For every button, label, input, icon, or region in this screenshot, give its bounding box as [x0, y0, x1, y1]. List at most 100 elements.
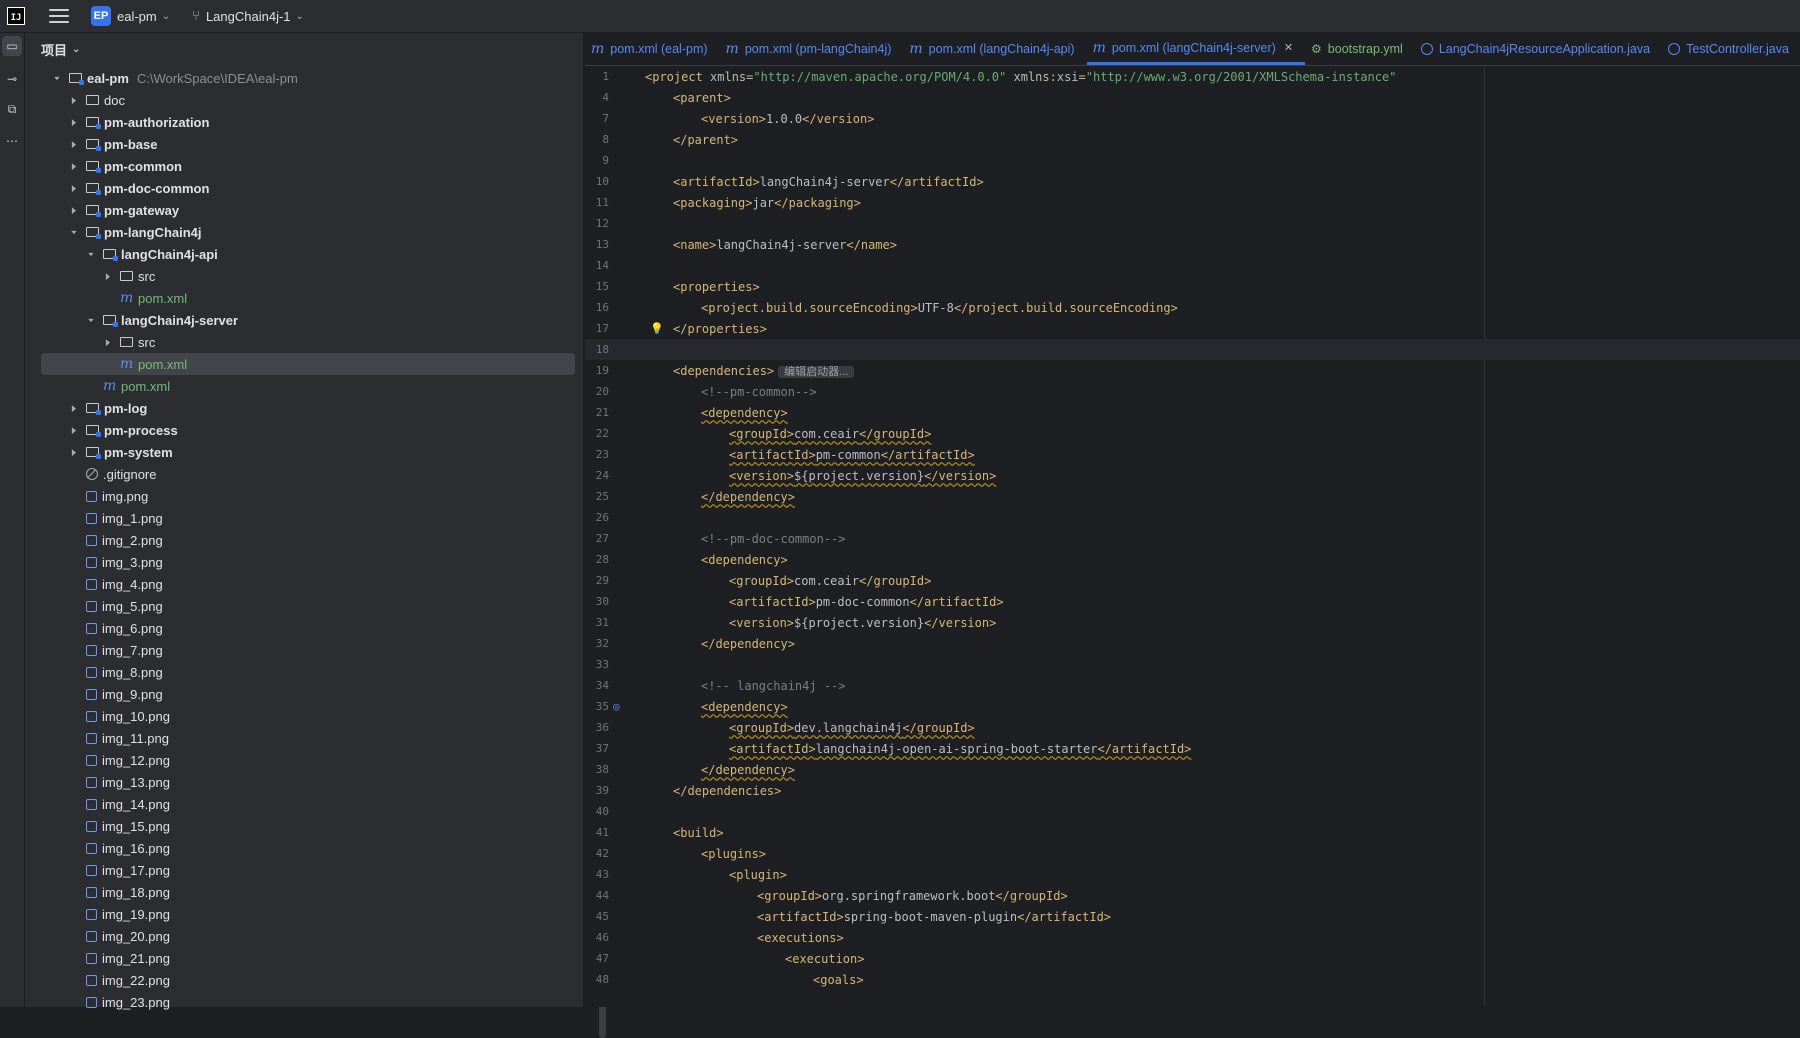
tree-item[interactable]: img_4.png	[25, 573, 583, 595]
chevron-down-icon[interactable]: ▼	[85, 317, 97, 323]
git-branch-icon[interactable]: ⑂	[192, 9, 200, 24]
tree-item[interactable]: ▼ langChain4j-api	[25, 243, 583, 265]
code-line[interactable]: 14	[585, 255, 1800, 276]
chevron-right-icon[interactable]: ▶	[70, 139, 77, 150]
code-line[interactable]: 29 <groupId>com.ceair</groupId>	[585, 570, 1800, 591]
main-menu-icon[interactable]	[49, 9, 69, 23]
tree-item[interactable]: img_22.png	[25, 969, 583, 991]
code-line[interactable]: 37 <artifactId>langchain4j-open-ai-spring…	[585, 738, 1800, 759]
code-line[interactable]: 7 <version>1.0.0</version>	[585, 108, 1800, 129]
tree-item[interactable]: img_17.png	[25, 859, 583, 881]
code-line[interactable]: 11 <packaging>jar</packaging>	[585, 192, 1800, 213]
chevron-down-icon[interactable]: ⌄	[162, 11, 170, 22]
editor-tab[interactable]: TestController.java	[1662, 33, 1800, 65]
code-line[interactable]: 27 <!--pm-doc-common-->	[585, 528, 1800, 549]
tree-item[interactable]: .gitignore	[25, 463, 583, 485]
chevron-right-icon[interactable]: ▶	[70, 95, 77, 106]
tree-item[interactable]: ▶ pm-gateway	[25, 199, 583, 221]
tree-item[interactable]: ▶ pm-common	[25, 155, 583, 177]
code-line[interactable]: 26	[585, 507, 1800, 528]
code-line[interactable]: 45 <artifactId>spring-boot-maven-plugin</…	[585, 906, 1800, 927]
project-badge[interactable]: EP	[91, 6, 111, 26]
tree-item[interactable]: img_19.png	[25, 903, 583, 925]
editor-tab[interactable]: m pom.xml (langChain4j-server) ✕	[1086, 33, 1306, 65]
tree-item[interactable]: img_11.png	[25, 727, 583, 749]
structure-icon[interactable]: ⧉	[2, 99, 22, 119]
panel-header[interactable]: 项目 ⌄	[25, 33, 583, 65]
code-line[interactable]: 17 💡 </properties>	[585, 318, 1800, 339]
code-line[interactable]: 47 <execution>	[585, 948, 1800, 969]
tree-item[interactable]: ▶ src	[25, 265, 583, 287]
code-line[interactable]: 31 <version>${project.version}</version>	[585, 612, 1800, 633]
code-line[interactable]: 38 </dependency>	[585, 759, 1800, 780]
tree-item[interactable]: ▶ pm-process	[25, 419, 583, 441]
tree-item[interactable]: ▼ langChain4j-server	[25, 309, 583, 331]
code-line[interactable]: 19 <dependencies> 编辑启动器...	[585, 360, 1800, 381]
tree-item[interactable]: img_23.png	[25, 991, 583, 1013]
code-line[interactable]: 48 <goals>	[585, 969, 1800, 990]
code-line[interactable]: 28 <dependency>	[585, 549, 1800, 570]
close-icon[interactable]: ✕	[1284, 41, 1293, 54]
code-line[interactable]: 42 <plugins>	[585, 843, 1800, 864]
code-line[interactable]: 15 <properties>	[585, 276, 1800, 297]
chevron-down-icon[interactable]: ⌄	[296, 11, 304, 22]
code-line[interactable]: 35 ◎ <dependency>	[585, 696, 1800, 717]
chevron-right-icon[interactable]: ▶	[70, 425, 77, 436]
code-line[interactable]: 20 <!--pm-common-->	[585, 381, 1800, 402]
code-line[interactable]: 41 <build>	[585, 822, 1800, 843]
tree-item[interactable]: img_18.png	[25, 881, 583, 903]
editor-tab[interactable]: LangChain4jResourceApplication.java	[1415, 33, 1662, 65]
tree-item[interactable]: img_6.png	[25, 617, 583, 639]
more-tools-icon[interactable]: ⋯	[2, 131, 22, 151]
chevron-right-icon[interactable]: ▶	[70, 161, 77, 172]
project-switcher[interactable]: eal-pm	[117, 9, 157, 24]
tree-item[interactable]: img_13.png	[25, 771, 583, 793]
inlay-hint[interactable]: 编辑启动器...	[778, 365, 855, 378]
code-line[interactable]: 13 <name>langChain4j-server</name>	[585, 234, 1800, 255]
chevron-down-icon[interactable]: ▼	[51, 75, 63, 81]
lightbulb-icon[interactable]: 💡	[650, 322, 664, 335]
tree-item[interactable]: img_14.png	[25, 793, 583, 815]
editor-tab[interactable]: m pom.xml (eal-pm)	[585, 33, 720, 65]
tree-item[interactable]: img_15.png	[25, 815, 583, 837]
tree-item[interactable]: img_9.png	[25, 683, 583, 705]
code-line[interactable]: 23 <artifactId>pm-common</artifactId>	[585, 444, 1800, 465]
project-folder-icon[interactable]: ▭	[2, 36, 22, 56]
code-line[interactable]: 9	[585, 150, 1800, 171]
branch-switcher[interactable]: LangChain4j-1	[206, 9, 291, 24]
tree-item[interactable]: ▶ pm-log	[25, 397, 583, 419]
tree-item[interactable]: ▶ pm-doc-common	[25, 177, 583, 199]
code-line[interactable]: 30 <artifactId>pm-doc-common</artifactId>	[585, 591, 1800, 612]
commit-icon[interactable]: ⊸	[2, 69, 22, 89]
tree-item[interactable]: img_10.png	[25, 705, 583, 727]
tree-item[interactable]: img_12.png	[25, 749, 583, 771]
code-line[interactable]: 40	[585, 801, 1800, 822]
chevron-right-icon[interactable]: ▶	[70, 447, 77, 458]
code-line[interactable]: 10 <artifactId>langChain4j-server</artifa…	[585, 171, 1800, 192]
code-line[interactable]: 43 <plugin>	[585, 864, 1800, 885]
code-line[interactable]: 33	[585, 654, 1800, 675]
tree-item[interactable]: m pom.xml	[41, 353, 575, 375]
tree-item[interactable]: ▶ pm-base	[25, 133, 583, 155]
tree-item[interactable]: ▶ pm-authorization	[25, 111, 583, 133]
code-line[interactable]: 4 <parent>	[585, 87, 1800, 108]
chevron-right-icon[interactable]: ▶	[70, 403, 77, 414]
tree-item[interactable]: img_20.png	[25, 925, 583, 947]
code-line[interactable]: 36 <groupId>dev.langchain4j</groupId>	[585, 717, 1800, 738]
code-line[interactable]: 12	[585, 213, 1800, 234]
tree-item[interactable]: img_16.png	[25, 837, 583, 859]
code-line[interactable]: 46 <executions>	[585, 927, 1800, 948]
editor-tab[interactable]: ⚙ bootstrap.yml	[1305, 33, 1415, 65]
editor-tab[interactable]: m pom.xml (pm-langChain4j)	[720, 33, 904, 65]
tree-item[interactable]: img_8.png	[25, 661, 583, 683]
tree-item[interactable]: img_7.png	[25, 639, 583, 661]
code-line[interactable]: 8 </parent>	[585, 129, 1800, 150]
tree-item[interactable]: ▶ doc	[25, 89, 583, 111]
tree-item[interactable]: ▶ pm-system	[25, 441, 583, 463]
chevron-right-icon[interactable]: ▶	[70, 183, 77, 194]
code-line[interactable]: 32 </dependency>	[585, 633, 1800, 654]
code-line[interactable]: 1 <project xmlns = "http://maven.apache.org…	[585, 66, 1800, 87]
tree-item[interactable]: img_5.png	[25, 595, 583, 617]
tree-item[interactable]: ▼ eal-pm C:\WorkSpace\IDEA\eal-pm	[25, 67, 583, 89]
tree-item[interactable]: img_3.png	[25, 551, 583, 573]
